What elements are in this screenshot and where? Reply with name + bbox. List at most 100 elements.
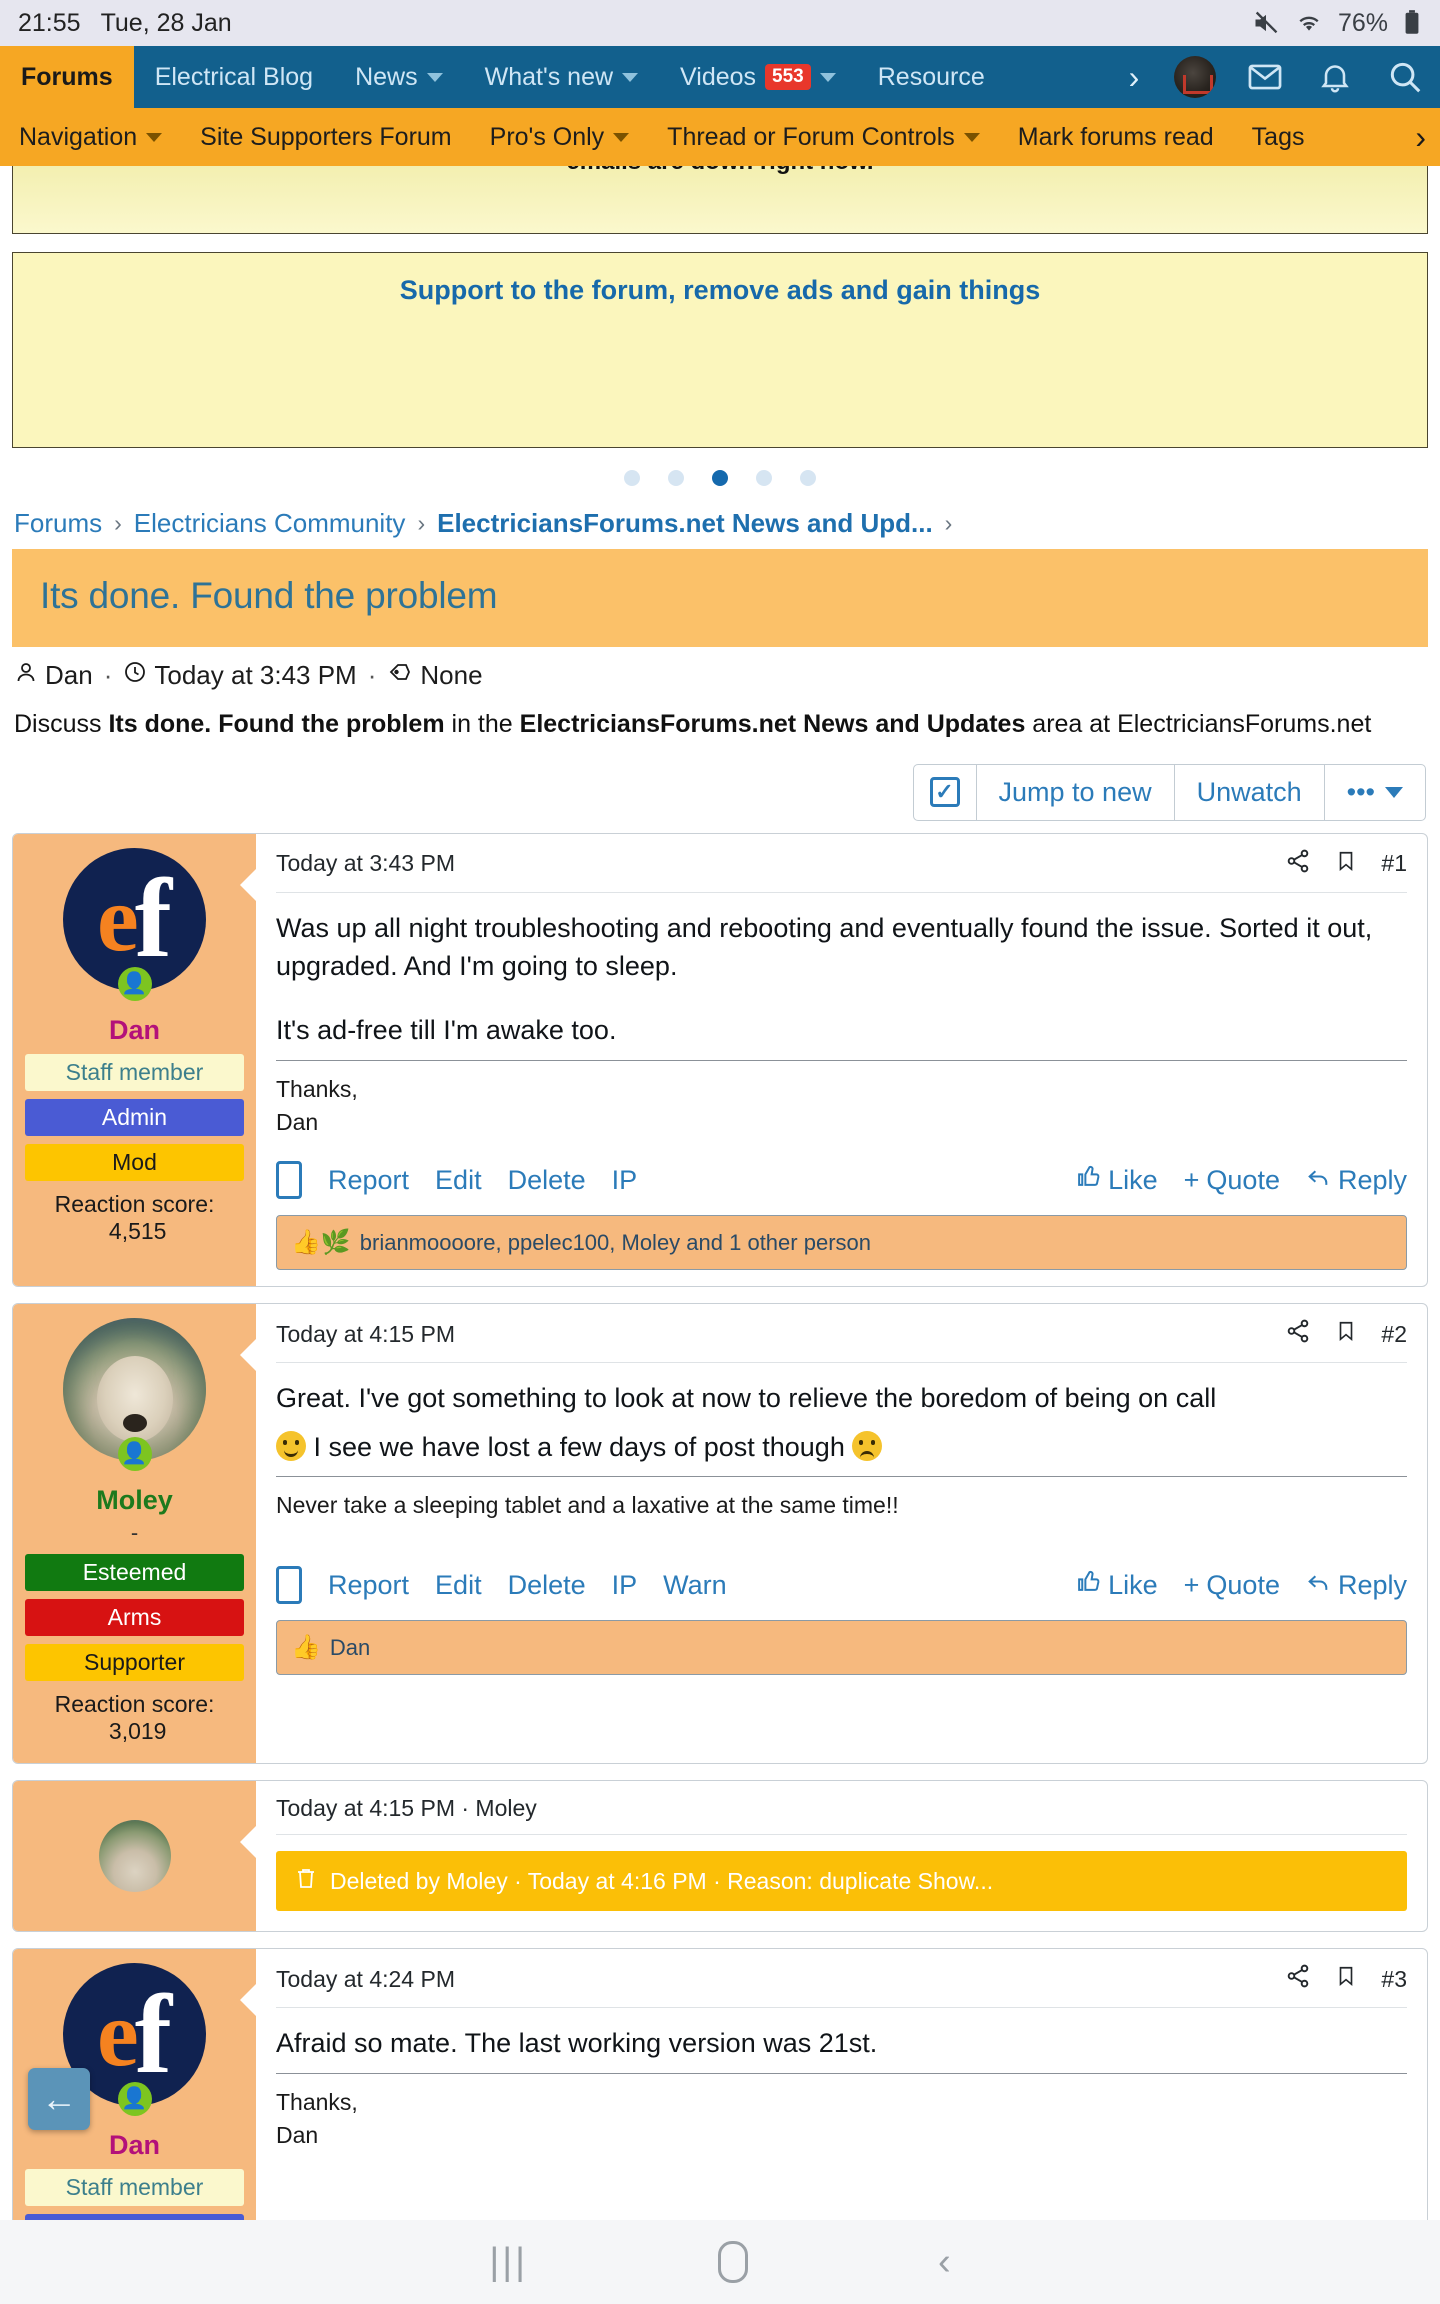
breadcrumb-item-forums[interactable]: Forums <box>14 508 102 539</box>
carousel-dot[interactable] <box>668 470 684 486</box>
desc-forum: ElectriciansForums.net News and Updates <box>519 710 1026 738</box>
subnav-item-site-supporters-forum[interactable]: Site Supporters Forum <box>181 123 471 152</box>
carousel-dot[interactable] <box>800 470 816 486</box>
share-icon[interactable] <box>1285 848 1311 880</box>
ad-banner-support[interactable]: Support to the forum, remove ads and gai… <box>12 252 1428 448</box>
more-dots-icon: ••• <box>1346 776 1375 807</box>
nav-item-electrical-blog[interactable]: Electrical Blog <box>134 46 334 108</box>
subnav-item-tags[interactable]: Tags <box>1233 123 1324 152</box>
delete-button[interactable]: Delete <box>508 1570 586 1601</box>
carousel-dot-active[interactable] <box>712 470 728 486</box>
nav-label: Forums <box>21 62 113 91</box>
chevron-down-icon[interactable] <box>613 132 630 142</box>
subnav-item-thread-or-forum-controls[interactable]: Thread or Forum Controls <box>648 123 999 152</box>
chevron-down-icon[interactable] <box>146 132 163 142</box>
post-timestamp[interactable]: Today at 3:43 PM <box>276 850 455 877</box>
home-icon[interactable] <box>717 2241 748 2283</box>
bookmark-icon[interactable] <box>1335 1963 1357 1995</box>
reaction-users-text[interactable]: Dan <box>330 1635 370 1661</box>
support-forum-link[interactable]: Support to the forum, remove ads and gai… <box>400 275 1041 306</box>
nav-overflow-chevron-right-icon[interactable]: › <box>1108 46 1160 108</box>
user-badge-admin: Admin <box>25 1098 244 1136</box>
post-author-name[interactable]: Moley <box>96 1485 173 1516</box>
nav-label: What's new <box>484 62 614 91</box>
subnav-item-navigation[interactable]: Navigation <box>0 123 181 152</box>
bookmark-icon[interactable] <box>1335 1318 1357 1350</box>
thread-author[interactable]: Dan <box>14 659 93 692</box>
share-icon[interactable] <box>1285 1963 1311 1995</box>
unwatch-button[interactable]: Unwatch <box>1173 764 1324 820</box>
post-number[interactable]: #2 <box>1381 1321 1407 1348</box>
subnav-item-pros-only[interactable]: Pro's Only <box>471 123 649 152</box>
nav-item-whats-new[interactable]: What's new <box>464 46 659 108</box>
nav-item-videos[interactable]: Videos 553 <box>659 46 857 108</box>
user-badge-mod: Mod <box>25 1143 244 1181</box>
chevron-down-icon[interactable] <box>622 72 639 82</box>
like-button[interactable]: Like <box>1076 1569 1158 1601</box>
post-line-1: Great. I've got something to look at now… <box>276 1383 1217 1414</box>
search-icon[interactable] <box>1370 46 1440 108</box>
carousel-dot[interactable] <box>756 470 772 486</box>
reaction-score-label: Reaction score: <box>54 1190 215 1217</box>
post-number[interactable]: #3 <box>1381 1966 1407 1993</box>
floating-back-button[interactable]: ← <box>28 2068 90 2130</box>
quote-button[interactable]: + Quote <box>1184 1165 1280 1196</box>
jump-to-new-button[interactable]: Jump to new <box>975 764 1174 820</box>
chevron-down-icon[interactable] <box>963 132 980 142</box>
edit-button[interactable]: Edit <box>435 1165 482 1196</box>
envelope-icon[interactable] <box>1230 46 1300 108</box>
more-options-button[interactable]: ••• <box>1323 764 1425 820</box>
avatar-letter-f: f <box>134 1972 173 2097</box>
post-author-name[interactable]: Dan <box>109 2130 160 2161</box>
chevron-down-icon[interactable] <box>426 72 443 82</box>
post-reactions[interactable]: 👍🌿 brianmoooore, ppelec100, Moley and 1 … <box>276 1215 1407 1271</box>
post-timestamp[interactable]: Today at 4:24 PM <box>276 1966 455 1993</box>
reaction-users-text[interactable]: brianmoooore, ppelec100, Moley and 1 oth… <box>360 1230 871 1256</box>
bell-icon[interactable] <box>1300 46 1370 108</box>
ad-banner-partial[interactable]: emails are down right now. <box>12 166 1428 234</box>
deleted-notice[interactable]: Deleted by Moley · Today at 4:16 PM · Re… <box>276 1851 1407 1912</box>
system-navigation-bar: ||| ‹ <box>0 2220 1440 2304</box>
nav-item-resources[interactable]: Resource <box>857 46 1006 108</box>
nav-item-news[interactable]: News <box>334 46 464 108</box>
subnav-overflow-chevron-right-icon[interactable]: › <box>1401 119 1440 156</box>
post-author-name[interactable]: Dan <box>109 1015 160 1046</box>
nav-label: Electrical Blog <box>154 62 314 91</box>
breadcrumb-trailing-chevron-icon[interactable]: › <box>945 510 953 537</box>
select-all-checkbox[interactable]: ✓ <box>914 765 976 820</box>
user-avatar[interactable] <box>1160 46 1230 108</box>
post-select-checkbox[interactable] <box>276 1161 302 1200</box>
ip-button[interactable]: IP <box>612 1570 638 1601</box>
sheep-avatar[interactable]: 👤 <box>63 1318 206 1472</box>
sheep-avatar[interactable] <box>98 1820 171 1893</box>
subnav-item-mark-forums-read[interactable]: Mark forums read <box>999 123 1233 152</box>
reply-button[interactable]: Reply <box>1306 1569 1407 1601</box>
post-signature: Never take a sleeping tablet and a laxat… <box>276 1476 1407 1522</box>
reply-button[interactable]: Reply <box>1306 1164 1407 1196</box>
report-button[interactable]: Report <box>328 1570 409 1601</box>
post-2: 👤 Moley - Esteemed Arms Supporter Reacti… <box>12 1303 1428 1765</box>
breadcrumb-item-electricians-community[interactable]: Electricians Community <box>134 508 406 539</box>
report-button[interactable]: Report <box>328 1165 409 1196</box>
warn-button[interactable]: Warn <box>663 1570 727 1601</box>
back-icon[interactable]: ‹ <box>938 2241 951 2284</box>
ip-button[interactable]: IP <box>612 1165 638 1196</box>
breadcrumb-item-current[interactable]: ElectriciansForums.net News and Upd... <box>437 508 933 539</box>
share-icon[interactable] <box>1285 1318 1311 1350</box>
like-button[interactable]: Like <box>1076 1164 1158 1196</box>
recents-icon[interactable]: ||| <box>489 2241 528 2284</box>
thread-tags-value: None <box>420 660 483 690</box>
quote-button[interactable]: + Quote <box>1184 1570 1280 1601</box>
bookmark-icon[interactable] <box>1335 848 1357 880</box>
delete-button[interactable]: Delete <box>508 1165 586 1196</box>
chevron-down-icon[interactable] <box>819 72 836 82</box>
nav-item-forums[interactable]: Forums <box>0 46 134 108</box>
carousel-dot[interactable] <box>624 470 640 486</box>
post-timestamp[interactable]: Today at 4:15 PM <box>276 1321 455 1348</box>
ef-logo-avatar[interactable]: ef 👤 <box>63 847 206 1001</box>
post-number[interactable]: #1 <box>1381 850 1407 877</box>
post-select-checkbox[interactable] <box>276 1566 302 1605</box>
quote-label: Quote <box>1206 1164 1280 1195</box>
post-reactions[interactable]: 👍 Dan <box>276 1620 1407 1676</box>
edit-button[interactable]: Edit <box>435 1570 482 1601</box>
